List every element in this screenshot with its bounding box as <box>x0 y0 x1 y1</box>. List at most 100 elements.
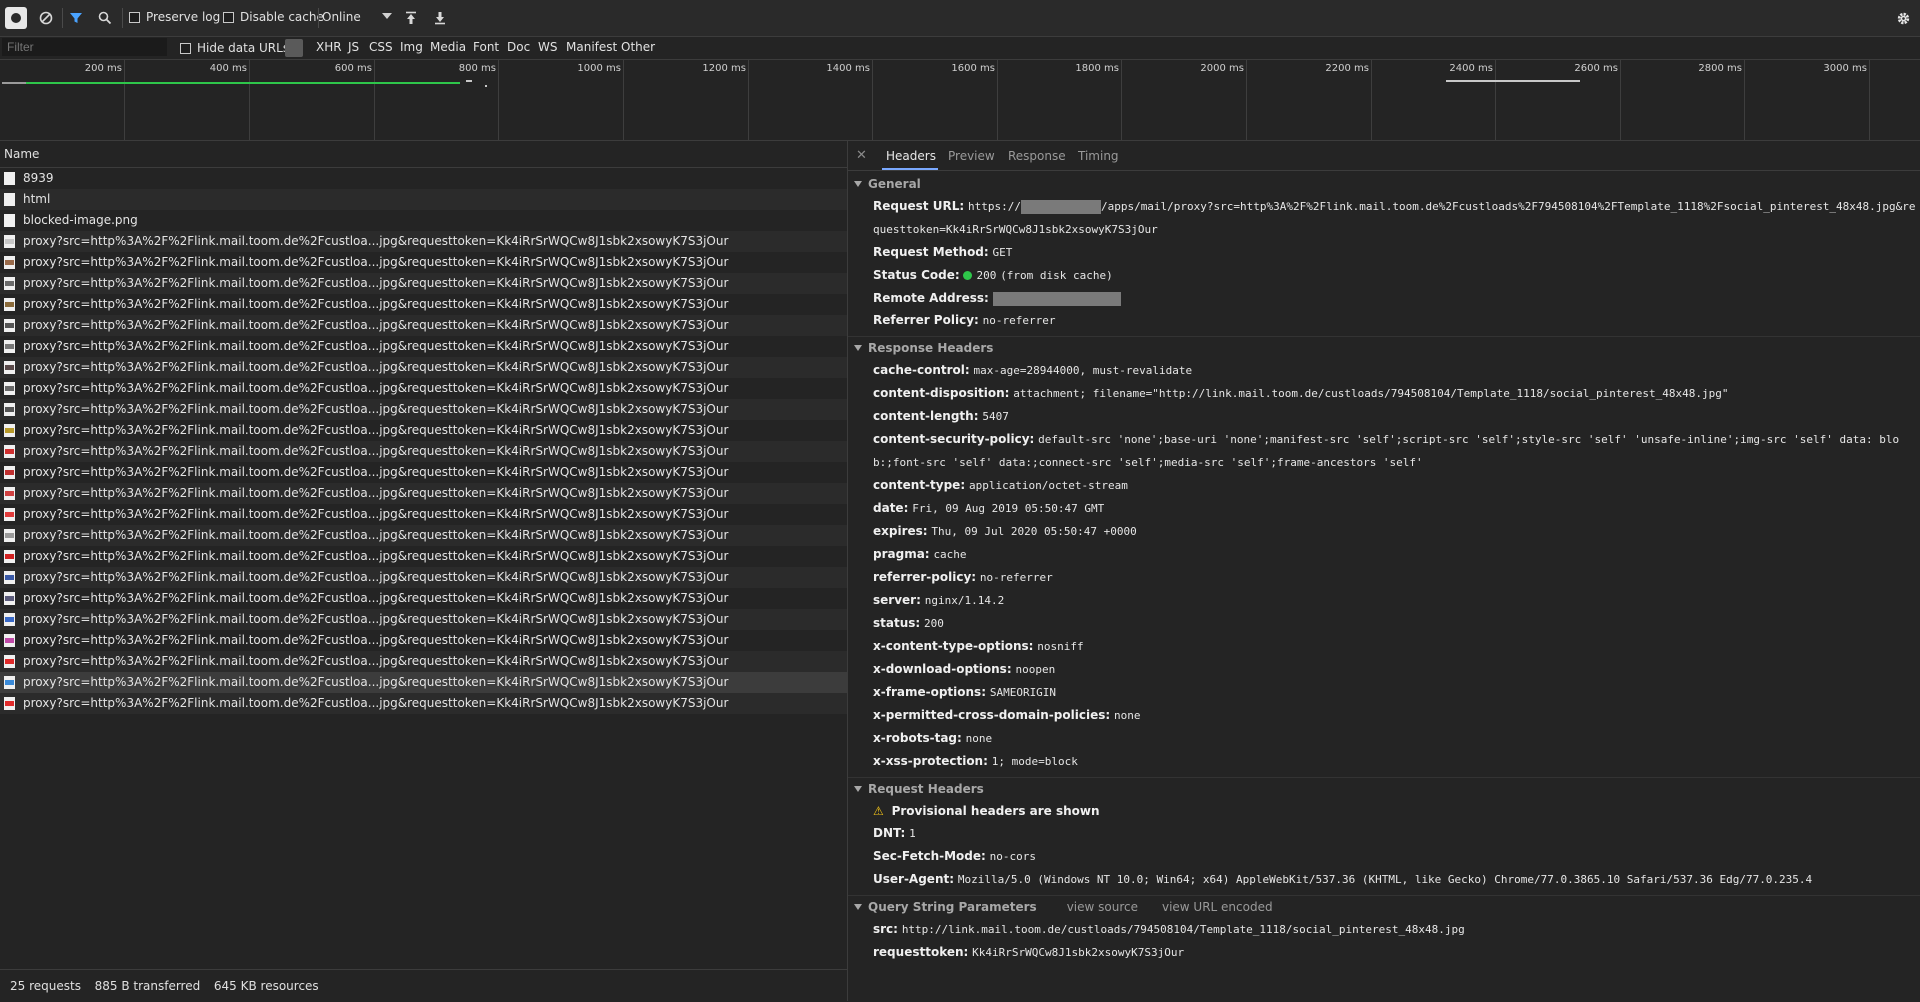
preserve-log-checkbox[interactable]: Preserve log <box>129 10 220 24</box>
request-row[interactable]: proxy?src=http%3A%2F%2Flink.mail.toom.de… <box>0 273 847 294</box>
filter-js[interactable]: JS <box>348 40 359 54</box>
checkbox-box[interactable] <box>180 42 191 54</box>
query-params-section: Query String Parameters view source view… <box>848 895 1920 964</box>
request-row[interactable]: proxy?src=http%3A%2F%2Flink.mail.toom.de… <box>0 588 847 609</box>
request-name: proxy?src=http%3A%2F%2Flink.mail.toom.de… <box>23 276 729 290</box>
disable-cache-checkbox[interactable]: Disable cache <box>223 10 324 24</box>
status-code-value: 200 <box>976 269 997 282</box>
filter-media[interactable]: Media <box>430 40 466 54</box>
throttle-value: Online <box>322 10 361 24</box>
header-row: content-type: application/octet-stream <box>848 474 1920 497</box>
tab-response[interactable]: Response <box>1008 149 1066 163</box>
close-icon[interactable]: ✕ <box>856 148 867 163</box>
thumbnail-fill <box>5 260 14 265</box>
request-row[interactable]: proxy?src=http%3A%2F%2Flink.mail.toom.de… <box>0 525 847 546</box>
timeline-tick-label: 200 ms <box>84 63 122 74</box>
request-row[interactable]: proxy?src=http%3A%2F%2Flink.mail.toom.de… <box>0 294 847 315</box>
header-key: Referrer Policy: <box>873 313 979 327</box>
document-icon <box>4 214 15 227</box>
tab-preview[interactable]: Preview <box>948 149 995 163</box>
request-row[interactable]: proxy?src=http%3A%2F%2Flink.mail.toom.de… <box>0 630 847 651</box>
tab-headers[interactable]: Headers <box>886 149 936 163</box>
image-thumbnail-icon <box>4 592 15 605</box>
throttle-select[interactable]: Online <box>322 10 392 28</box>
filter-xhr[interactable]: XHR <box>316 40 342 54</box>
request-row[interactable]: proxy?src=http%3A%2F%2Flink.mail.toom.de… <box>0 420 847 441</box>
image-thumbnail-icon <box>4 445 15 458</box>
timeline-tick-label: 2200 ms <box>1325 63 1369 74</box>
image-thumbnail-icon <box>4 340 15 353</box>
general-section-toggle[interactable]: General <box>848 173 1920 195</box>
checkbox-box[interactable] <box>129 11 140 23</box>
request-row[interactable]: proxy?src=http%3A%2F%2Flink.mail.toom.de… <box>0 693 847 714</box>
image-thumbnail-icon <box>4 613 15 626</box>
request-row[interactable]: proxy?src=http%3A%2F%2Flink.mail.toom.de… <box>0 462 847 483</box>
import-har-button[interactable] <box>400 7 422 29</box>
filter-input[interactable] <box>2 38 167 56</box>
filter-img[interactable]: Img <box>400 40 423 54</box>
request-row[interactable]: proxy?src=http%3A%2F%2Flink.mail.toom.de… <box>0 483 847 504</box>
request-row[interactable]: proxy?src=http%3A%2F%2Flink.mail.toom.de… <box>0 315 847 336</box>
request-row[interactable]: proxy?src=http%3A%2F%2Flink.mail.toom.de… <box>0 231 847 252</box>
request-row[interactable]: proxy?src=http%3A%2F%2Flink.mail.toom.de… <box>0 651 847 672</box>
header-value: 200 <box>924 617 944 630</box>
timeline-gridline <box>124 60 125 140</box>
header-value: no-referrer <box>982 314 1056 327</box>
checkbox-box[interactable] <box>223 11 234 23</box>
request-row[interactable]: proxy?src=http%3A%2F%2Flink.mail.toom.de… <box>0 252 847 273</box>
all-filter-button[interactable] <box>285 39 303 57</box>
header-row: server: nginx/1.14.2 <box>848 589 1920 612</box>
request-row[interactable]: blocked-image.png <box>0 210 847 231</box>
image-thumbnail-icon <box>4 529 15 542</box>
view-source-link[interactable]: view source <box>1067 896 1138 918</box>
active-tab-indicator <box>882 168 938 170</box>
record-button[interactable] <box>5 7 27 29</box>
filter-toggle-button[interactable] <box>65 7 87 29</box>
request-row[interactable]: 8939 <box>0 168 847 189</box>
thumbnail-fill <box>5 575 14 580</box>
search-button[interactable] <box>94 7 116 29</box>
query-params-toggle[interactable]: Query String Parameters view source view… <box>848 895 1920 918</box>
timeline-tick-label: 1400 ms <box>826 63 870 74</box>
clear-button[interactable] <box>35 7 57 29</box>
view-url-encoded-link[interactable]: view URL encoded <box>1162 896 1273 918</box>
name-column-header[interactable]: Name <box>0 141 847 168</box>
tab-timing[interactable]: Timing <box>1078 149 1119 163</box>
filter-css[interactable]: CSS <box>369 40 393 54</box>
header-key: pragma: <box>873 547 930 561</box>
request-row[interactable]: proxy?src=http%3A%2F%2Flink.mail.toom.de… <box>0 609 847 630</box>
request-row[interactable]: proxy?src=http%3A%2F%2Flink.mail.toom.de… <box>0 399 847 420</box>
request-row[interactable]: proxy?src=http%3A%2F%2Flink.mail.toom.de… <box>0 357 847 378</box>
request-row[interactable]: proxy?src=http%3A%2F%2Flink.mail.toom.de… <box>0 441 847 462</box>
timeline-overview[interactable]: 200 ms 400 ms 600 ms 800 ms 1000 ms 1200… <box>0 60 1920 141</box>
header-value: no-cors <box>989 850 1036 863</box>
filter-doc[interactable]: Doc <box>507 40 530 54</box>
request-headers-toggle[interactable]: Request Headers <box>848 777 1920 800</box>
request-row[interactable]: proxy?src=http%3A%2F%2Flink.mail.toom.de… <box>0 336 847 357</box>
request-row[interactable]: proxy?src=http%3A%2F%2Flink.mail.toom.de… <box>0 378 847 399</box>
request-row[interactable]: proxy?src=http%3A%2F%2Flink.mail.toom.de… <box>0 567 847 588</box>
filter-manifest[interactable]: Manifest <box>566 40 617 54</box>
request-row[interactable]: html <box>0 189 847 210</box>
request-name: blocked-image.png <box>23 213 138 227</box>
export-har-button[interactable] <box>429 7 451 29</box>
response-headers-toggle[interactable]: Response Headers <box>848 336 1920 359</box>
settings-button[interactable] <box>1892 7 1914 29</box>
filter-font[interactable]: Font <box>473 40 499 54</box>
header-row: cache-control: max-age=28944000, must-re… <box>848 359 1920 382</box>
image-thumbnail-icon <box>4 487 15 500</box>
header-row: content-security-policy: default-src 'no… <box>848 428 1920 474</box>
request-row[interactable]: proxy?src=http%3A%2F%2Flink.mail.toom.de… <box>0 672 847 693</box>
timeline-tick-label: 800 ms <box>458 63 496 74</box>
header-row: x-download-options: noopen <box>848 658 1920 681</box>
header-row: x-robots-tag: none <box>848 727 1920 750</box>
header-key: content-disposition: <box>873 386 1010 400</box>
query-param-list: src: http://link.mail.toom.de/custloads/… <box>848 918 1920 964</box>
timeline-tick-label: 1800 ms <box>1075 63 1119 74</box>
hide-data-urls-checkbox[interactable]: Hide data URLs <box>180 41 289 55</box>
request-row[interactable]: proxy?src=http%3A%2F%2Flink.mail.toom.de… <box>0 504 847 525</box>
request-row[interactable]: proxy?src=http%3A%2F%2Flink.mail.toom.de… <box>0 546 847 567</box>
filter-ws[interactable]: WS <box>538 40 557 54</box>
filter-other[interactable]: Other <box>621 40 655 54</box>
header-row: DNT: 1 <box>848 822 1920 845</box>
